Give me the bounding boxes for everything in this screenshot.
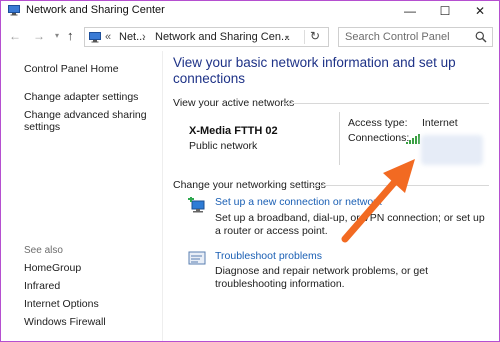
address-dropdown-chevron-icon[interactable]: ▾ [285,33,289,42]
access-type-value: Internet [422,117,458,129]
troubleshoot-description: Diagnose and repair network problems, or… [215,265,429,290]
infrared-link[interactable]: Infrared [24,280,159,292]
page-title: View your basic network information and … [173,55,456,86]
close-button[interactable]: ✕ [465,1,495,22]
up-arrow-icon[interactable]: ↑ [67,28,74,43]
search-box[interactable]: Search Control Panel [338,27,493,47]
troubleshoot-icon [188,251,206,265]
wifi-signal-icon[interactable] [406,134,420,144]
connections-label: Connections: [348,132,410,144]
network-type: Public network [189,140,258,152]
internet-options-link[interactable]: Internet Options [24,298,159,310]
pane-divider [162,51,163,341]
forward-arrow-icon[interactable]: → [33,29,45,43]
connection-link-redacted[interactable] [421,135,483,165]
homegroup-link[interactable]: HomeGroup [24,262,159,274]
breadcrumb-separator-icon[interactable]: › [142,31,146,43]
change-advanced-sharing-link[interactable]: Change advanced sharing settings [24,109,159,133]
breadcrumb-network-sharing-center[interactable]: Network and Sharing Cen... [155,31,290,43]
change-adapter-settings-link[interactable]: Change adapter settings [24,91,159,103]
control-panel-icon [89,32,101,43]
address-divider [304,30,305,44]
active-networks-divider [283,103,489,104]
troubleshoot-link[interactable]: Troubleshoot problems [215,250,322,262]
change-settings-heading: Change your networking settings [173,179,326,191]
breadcrumb-overflow[interactable]: « [105,31,111,43]
minimize-button[interactable]: — [395,1,425,22]
search-input[interactable]: Search Control Panel [345,31,450,43]
see-also-label: See also [24,245,63,256]
access-type-label: Access type: [348,117,408,129]
back-arrow-icon[interactable]: ← [9,29,21,43]
window-title: Network and Sharing Center [26,4,165,16]
new-connection-icon [188,197,205,213]
title-bar: Network and Sharing Center — ☐ ✕ [1,1,499,22]
recent-locations-chevron-icon[interactable]: ▾ [55,31,59,40]
address-bar[interactable]: « Net... › Network and Sharing Cen... ▾ … [84,27,329,47]
active-networks-heading: View your active networks [173,97,295,109]
network-sharing-center-icon [8,5,20,16]
network-sharing-center-window: Network and Sharing Center — ☐ ✕ ← → ▾ ↑… [0,0,500,342]
refresh-icon[interactable]: ↻ [310,29,320,43]
annotation-arrow [341,159,415,243]
navigation-bar: ← → ▾ ↑ « Net... › Network and Sharing C… [1,27,499,49]
maximize-button[interactable]: ☐ [430,1,460,22]
network-name: X-Media FTTH 02 [189,125,278,137]
left-navigation-pane: Control Panel Home Change adapter settin… [1,51,161,341]
control-panel-home-link[interactable]: Control Panel Home [24,63,159,75]
windows-firewall-link[interactable]: Windows Firewall [24,316,159,328]
search-icon[interactable] [475,31,487,43]
